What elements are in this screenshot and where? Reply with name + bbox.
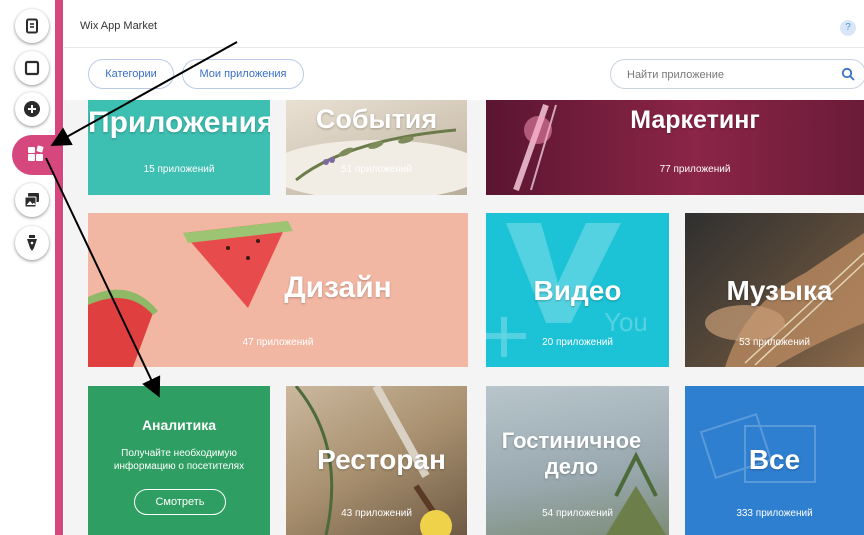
background-icon[interactable] xyxy=(15,51,49,85)
app-title: Wix App Market xyxy=(80,20,158,32)
tile-music-title: Музыка xyxy=(726,275,833,306)
help-icon[interactable]: ? xyxy=(840,20,856,36)
tile-video-count: 20 приложений xyxy=(542,337,613,348)
tile-all-count: 333 приложений xyxy=(736,508,813,519)
tile-hospitality[interactable]: Гостиничное дело 54 приложений xyxy=(486,386,669,535)
tile-events-title: События xyxy=(315,104,438,134)
tile-marketing-count: 77 приложений xyxy=(659,164,731,175)
tile-video[interactable]: You Видео 20 приложений xyxy=(486,213,669,367)
tile-analytics[interactable]: Аналитика Получайте необходимую информац… xyxy=(88,386,270,535)
screenshot: Wix App Market ? Категории Мои приложени… xyxy=(0,0,864,535)
left-toolbar xyxy=(0,0,60,535)
tile-apps-title: Приложения xyxy=(88,106,270,139)
tile-music[interactable]: Музыка 53 приложений xyxy=(685,213,864,367)
pages-icon[interactable] xyxy=(15,9,49,43)
view-button[interactable]: Смотреть xyxy=(134,489,226,515)
search-input[interactable] xyxy=(627,67,827,83)
active-panel-strip xyxy=(55,0,63,535)
media-icon[interactable] xyxy=(15,183,49,217)
tile-restaurant[interactable]: Ресторан 43 приложений xyxy=(286,386,467,535)
tile-design-title: Дизайн xyxy=(284,271,392,304)
tile-marketing[interactable]: Маркетинг 77 приложений xyxy=(486,100,864,195)
tile-video-title: Видео xyxy=(533,275,622,306)
header: Wix App Market ? xyxy=(64,0,864,48)
tile-restaurant-count: 43 приложений xyxy=(341,508,412,519)
tile-apps[interactable]: Приложения 15 приложений xyxy=(88,100,270,195)
tile-hospitality-count: 54 приложений xyxy=(542,508,613,519)
tile-all-title: Все xyxy=(748,444,801,475)
my-apps-button[interactable]: Мои приложения xyxy=(182,59,304,89)
tile-marketing-title: Маркетинг xyxy=(630,106,760,134)
app-market-icon[interactable] xyxy=(12,135,60,175)
tile-restaurant-title: Ресторан xyxy=(317,444,446,475)
tile-all[interactable]: Все 333 приложений xyxy=(685,386,864,535)
tile-music-count: 53 приложений xyxy=(739,337,810,348)
category-grid: Приложения 15 приложений События 51 прил… xyxy=(64,100,864,535)
nav-bar: Категории Мои приложения xyxy=(64,48,864,100)
tile-design-count: 47 приложений xyxy=(242,337,314,348)
tile-design[interactable]: Дизайн 47 приложений xyxy=(88,213,468,367)
svg-text:You: You xyxy=(604,307,648,337)
tile-analytics-desc-line1: Получайте необходимую xyxy=(121,448,237,459)
tile-hospitality-title-line2: дело xyxy=(544,454,599,479)
add-icon[interactable] xyxy=(15,92,49,126)
search-box xyxy=(610,59,864,89)
tile-apps-count: 15 приложений xyxy=(143,164,215,175)
blog-pen-icon[interactable] xyxy=(15,226,49,260)
tile-analytics-title: Аналитика xyxy=(141,417,217,433)
search-icon[interactable] xyxy=(841,67,855,81)
tile-events[interactable]: События 51 приложений xyxy=(286,100,467,195)
tile-analytics-desc-line2: информацию о посетителях xyxy=(113,461,245,472)
tile-hospitality-title-line1: Гостиничное xyxy=(501,428,642,453)
categories-button[interactable]: Категории xyxy=(88,59,174,89)
tile-events-count: 51 приложений xyxy=(341,164,412,175)
